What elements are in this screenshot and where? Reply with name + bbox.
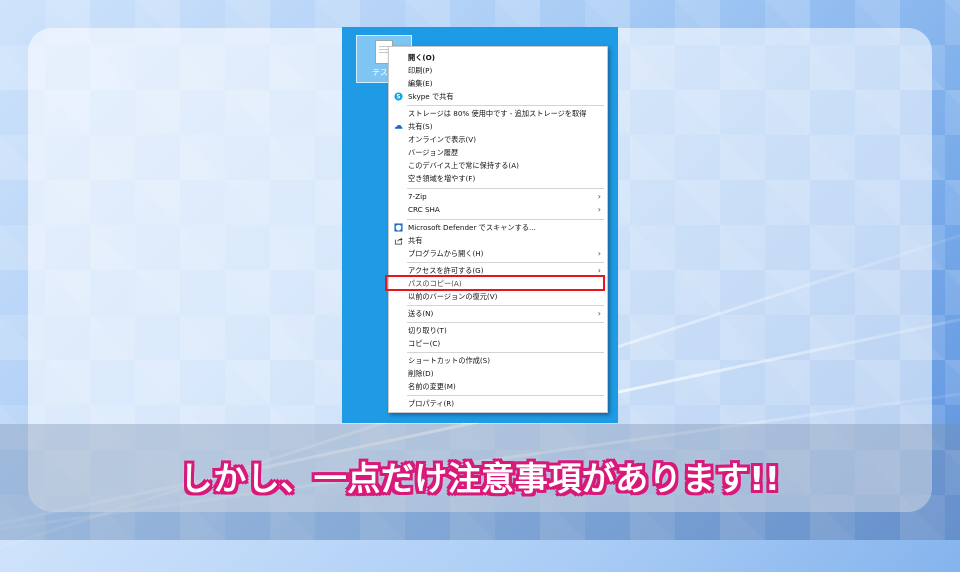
menu-item-cut[interactable]: 切り取り(T) <box>389 324 607 337</box>
menu-item-send-to[interactable]: 送る(N) › <box>389 307 607 320</box>
menu-separator <box>407 188 604 189</box>
menu-item-label: コピー(C) <box>408 339 441 348</box>
menu-item-label: プロパティ(R) <box>408 399 455 408</box>
menu-item-label: 切り取り(T) <box>408 326 447 335</box>
menu-item-create-shortcut[interactable]: ショートカットの作成(S) <box>389 354 607 367</box>
menu-item-label: このデバイス上で常に保持する(A) <box>408 161 519 170</box>
menu-item-version-history[interactable]: バージョン履歴 <box>389 146 607 159</box>
menu-item-label: 共有(S) <box>408 122 433 131</box>
menu-item-edit[interactable]: 編集(E) <box>389 77 607 90</box>
menu-item-skype-share[interactable]: S Skype で共有 <box>389 90 607 103</box>
menu-item-open-with[interactable]: プログラムから開く(H) › <box>389 247 607 260</box>
menu-item-share[interactable]: 共有 <box>389 234 607 247</box>
menu-item-label: 送る(N) <box>408 309 434 318</box>
menu-item-label: バージョン履歴 <box>408 148 459 157</box>
svg-text:S: S <box>396 95 400 101</box>
skype-icon: S <box>394 92 403 101</box>
chevron-right-icon: › <box>597 192 601 201</box>
menu-item-label: 以前のバージョンの復元(V) <box>408 292 498 301</box>
menu-item-delete[interactable]: 削除(D) <box>389 367 607 380</box>
menu-item-label: 印刷(P) <box>408 66 433 75</box>
menu-separator <box>407 262 604 263</box>
menu-item-label: 開く(O) <box>408 53 436 62</box>
menu-separator <box>407 219 604 220</box>
menu-item-label: 名前の変更(M) <box>408 382 456 391</box>
menu-separator <box>407 322 604 323</box>
menu-item-onedrive-share[interactable]: 共有(S) <box>389 120 607 133</box>
menu-item-label: 空き領域を増やす(F) <box>408 174 476 183</box>
menu-item-label: 削除(D) <box>408 369 434 378</box>
defender-shield-icon <box>394 223 403 232</box>
menu-item-label: Skype で共有 <box>408 92 454 101</box>
menu-separator <box>407 105 604 106</box>
menu-item-rename[interactable]: 名前の変更(M) <box>389 380 607 393</box>
menu-separator <box>407 352 604 353</box>
menu-separator <box>407 395 604 396</box>
chevron-right-icon: › <box>597 205 601 214</box>
menu-item-7zip[interactable]: 7-Zip › <box>389 190 607 203</box>
share-icon <box>394 237 403 245</box>
menu-item-label: CRC SHA <box>408 205 440 214</box>
caption-text: しかし、一点だけ注意事項があります!! <box>179 459 781 498</box>
menu-item-label: プログラムから開く(H) <box>408 249 484 258</box>
chevron-right-icon: › <box>597 309 601 318</box>
menu-item-label: 共有 <box>408 236 423 245</box>
menu-item-restore-previous[interactable]: 以前のバージョンの復元(V) <box>389 290 607 303</box>
menu-item-label: 7-Zip <box>408 192 427 201</box>
menu-item-print[interactable]: 印刷(P) <box>389 64 607 77</box>
menu-item-crc-sha[interactable]: CRC SHA › <box>389 203 607 216</box>
menu-item-keep-on-device[interactable]: このデバイス上で常に保持する(A) <box>389 159 607 172</box>
menu-separator <box>407 305 604 306</box>
menu-item-label: 編集(E) <box>408 79 433 88</box>
menu-item-label: アクセスを許可する(G) <box>408 266 484 275</box>
menu-item-label: オンラインで表示(V) <box>408 135 477 144</box>
menu-item-label: ショートカットの作成(S) <box>408 356 491 365</box>
menu-item-label: ストレージは 80% 使用中です - 追加ストレージを取得 <box>408 109 587 118</box>
highlight-box <box>385 275 605 291</box>
menu-item-storage[interactable]: ストレージは 80% 使用中です - 追加ストレージを取得 <box>389 107 607 120</box>
menu-item-copy[interactable]: コピー(C) <box>389 337 607 350</box>
menu-item-properties[interactable]: プロパティ(R) <box>389 397 607 410</box>
onedrive-cloud-icon <box>394 125 403 129</box>
menu-item-label: Microsoft Defender でスキャンする... <box>408 223 536 232</box>
menu-item-defender-scan[interactable]: Microsoft Defender でスキャンする... <box>389 221 607 234</box>
menu-item-open[interactable]: 開く(O) <box>389 51 607 64</box>
desktop-screenshot: テスト 開く(O) 印刷(P) 編集(E) S Skype で共有 ストレージは… <box>342 27 618 423</box>
chevron-right-icon: › <box>597 249 601 258</box>
menu-item-view-online[interactable]: オンラインで表示(V) <box>389 133 607 146</box>
context-menu: 開く(O) 印刷(P) 編集(E) S Skype で共有 ストレージは 80%… <box>385 46 608 413</box>
menu-item-free-space[interactable]: 空き領域を増やす(F) <box>389 172 607 185</box>
